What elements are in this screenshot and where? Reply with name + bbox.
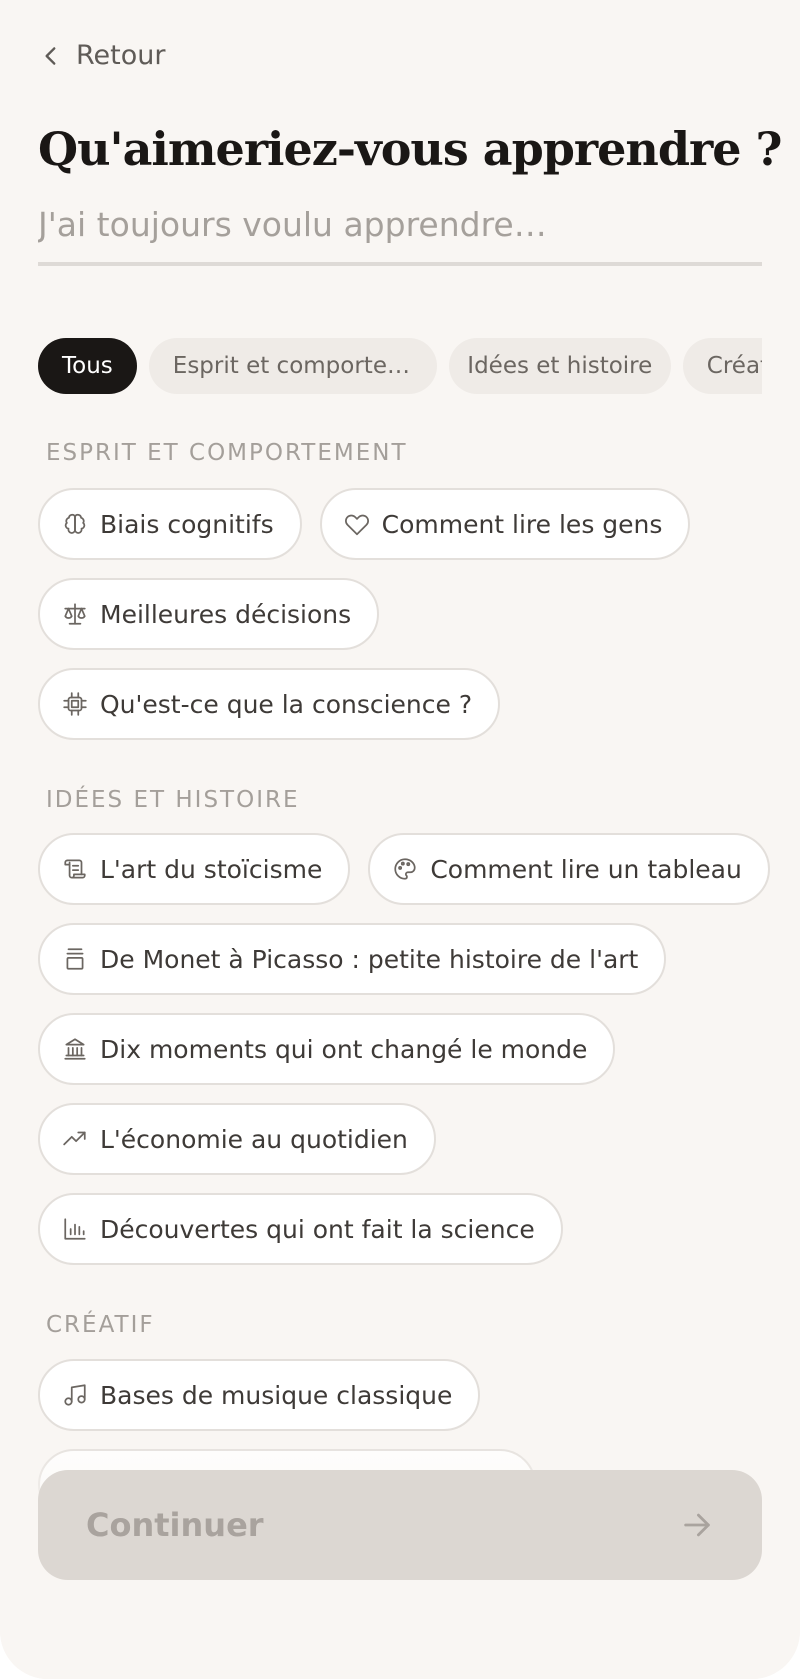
topic-stoicism[interactable]: L'art du stoïcisme (38, 833, 351, 905)
topic-label: Meilleures décisions (100, 599, 352, 629)
topic-read-people[interactable]: Comment lire les gens (319, 488, 691, 560)
palette-icon (394, 858, 416, 880)
filter-chip-all[interactable]: Tous (38, 338, 137, 394)
brain-icon (64, 513, 86, 534)
search-field (38, 205, 762, 266)
topic-world-moments[interactable]: Dix moments qui ont changé le monde (38, 1013, 616, 1085)
filter-chip-creative[interactable]: Créatif (682, 338, 762, 394)
screen: Retour Qu'aimeriez-vous apprendre ? Tous… (0, 0, 800, 1679)
topic-label: Dix moments qui ont changé le monde (100, 1034, 588, 1064)
bar-chart-icon (64, 1218, 86, 1240)
topic-label: De Monet à Picasso : petite histoire de … (100, 944, 639, 974)
topic-classical-music[interactable]: Bases de musique classique (38, 1359, 481, 1431)
topic-science-discoveries[interactable]: Découvertes qui ont fait la science (38, 1193, 563, 1265)
topic-cognitive-biases[interactable]: Biais cognitifs (38, 488, 302, 560)
section-title-creative: CRÉATIF (46, 1312, 155, 1338)
heart-icon (344, 514, 369, 536)
topic-list-mind: Biais cognitifs Comment lire les gens Me… (38, 488, 762, 740)
topic-label: Biais cognitifs (100, 509, 274, 539)
topic-read-painting[interactable]: Comment lire un tableau (368, 833, 770, 905)
trending-up-icon (63, 1131, 86, 1146)
topic-label: Bases de musique classique (100, 1380, 453, 1410)
topic-art-history[interactable]: De Monet à Picasso : petite histoire de … (38, 923, 667, 995)
topic-label: L'économie au quotidien (100, 1124, 408, 1154)
filter-chip-mind[interactable]: Esprit et comporte… (148, 338, 437, 394)
scroll-icon (64, 859, 86, 879)
filter-chips: Tous Esprit et comporte… Idées et histoi… (38, 338, 762, 394)
section-title-ideas: IDÉES ET HISTOIRE (46, 787, 300, 813)
column-icon (66, 948, 84, 970)
topic-consciousness[interactable]: Qu'est-ce que la conscience ? (38, 668, 501, 740)
topic-label: Découvertes qui ont fait la science (100, 1214, 535, 1244)
continue-button[interactable]: Continuer (38, 1470, 762, 1580)
chip-icon (63, 692, 87, 716)
filter-chip-ideas[interactable]: Idées et histoire (448, 338, 671, 394)
music-icon (64, 1384, 86, 1406)
topic-list-ideas: L'art du stoïcisme Comment lire un table… (38, 833, 770, 1265)
topic-label: Comment lire un tableau (430, 854, 742, 884)
chevron-left-icon (45, 46, 56, 65)
back-button[interactable]: Retour (38, 40, 165, 71)
topic-input[interactable] (38, 205, 762, 244)
landmark-icon (64, 1038, 86, 1060)
scale-icon (64, 603, 86, 625)
topic-everyday-economics[interactable]: L'économie au quotidien (38, 1103, 436, 1175)
topic-better-decisions[interactable]: Meilleures décisions (38, 578, 380, 650)
topic-label: Comment lire les gens (381, 509, 663, 539)
section-title-mind: ESPRIT ET COMPORTEMENT (46, 440, 408, 466)
continue-label: Continuer (86, 1506, 264, 1544)
topic-label: Qu'est-ce que la conscience ? (100, 689, 473, 719)
back-label: Retour (76, 40, 166, 71)
page-title: Qu'aimeriez-vous apprendre ? (38, 122, 782, 176)
topic-label: L'art du stoïcisme (100, 854, 323, 884)
arrow-right-icon (684, 1513, 710, 1537)
